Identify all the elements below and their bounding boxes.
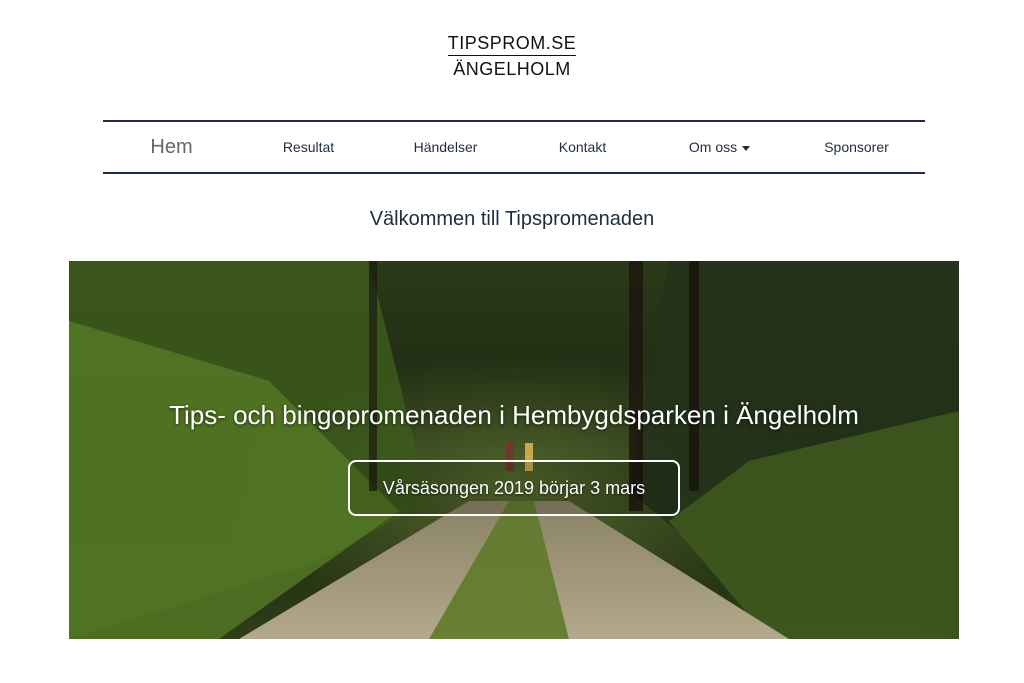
nav-item-om-oss-label: Om oss	[688, 139, 738, 155]
hero-forest-image	[69, 261, 959, 639]
welcome-heading: Välkommen till Tipspromenaden	[369, 208, 655, 230]
site-logo[interactable]: TIPSPROM.SE ÄNGELHOLM	[0, 33, 1024, 80]
caret-down-icon	[742, 145, 751, 151]
hero-title: Tips- och bingopromenaden i Hembygdspark…	[169, 400, 859, 430]
nav-item-sponsorer[interactable]: Sponsorer	[788, 139, 925, 155]
nav-item-om-oss[interactable]: Om oss	[651, 139, 788, 155]
nav-item-handelser[interactable]: Händelser	[377, 139, 514, 155]
season-start-button[interactable]: Vårsäsongen 2019 börjar 3 mars	[348, 460, 680, 516]
nav-item-kontakt[interactable]: Kontakt	[514, 139, 651, 155]
logo-line-1: TIPSPROM.SE	[447, 33, 577, 56]
nav-item-hem[interactable]: Hem	[103, 136, 240, 159]
logo-line-2: ÄNGELHOLM	[453, 59, 571, 79]
nav-item-resultat[interactable]: Resultat	[240, 139, 377, 155]
main-nav: Hem Resultat Händelser Kontakt Om oss Sp…	[103, 120, 925, 174]
hero-banner: Tips- och bingopromenaden i Hembygdspark…	[69, 261, 959, 639]
